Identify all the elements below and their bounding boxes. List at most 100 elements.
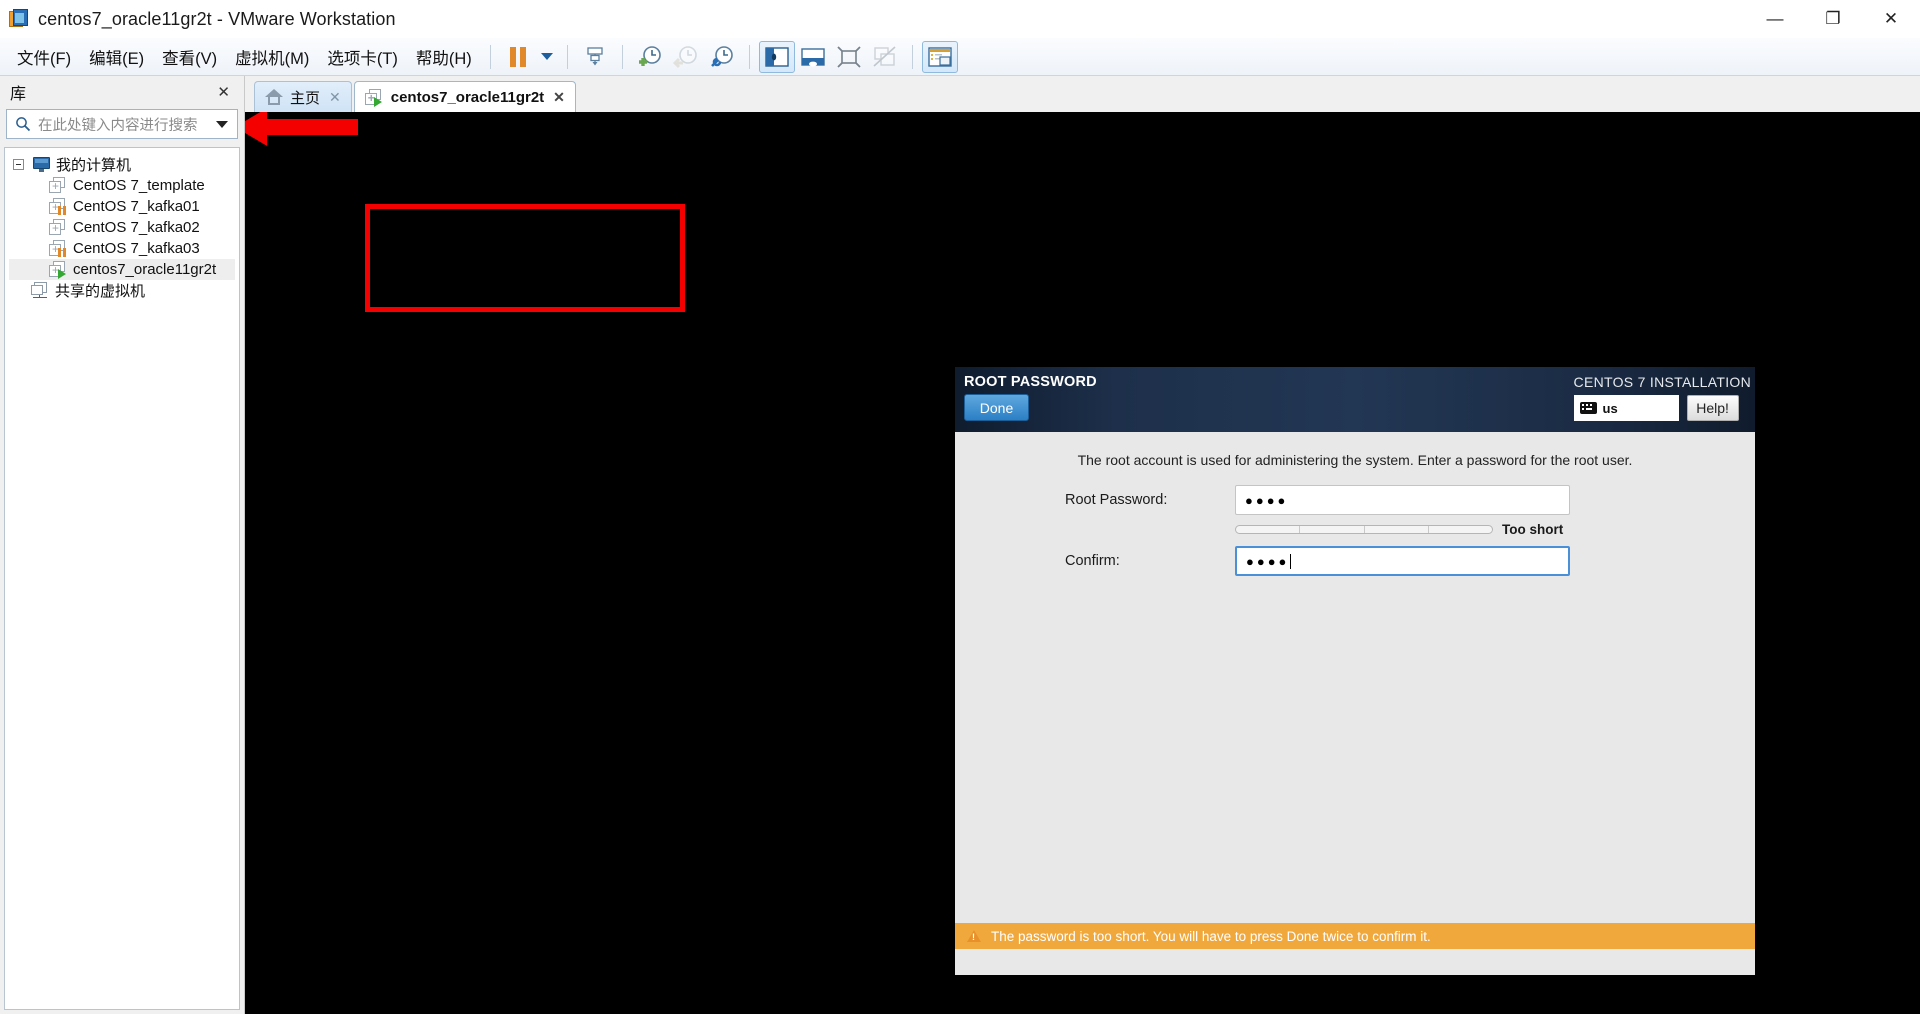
tree-item-label: 共享的虚拟机 bbox=[55, 283, 146, 300]
installer-description: The root account is used for administeri… bbox=[1077, 452, 1633, 468]
installer-warning-bar: The password is too short. You will have… bbox=[955, 923, 1755, 949]
installer-header: ROOT PASSWORD Done CENTOS 7 INSTALLATION… bbox=[955, 367, 1755, 432]
annotation-rectangle bbox=[365, 204, 685, 312]
window-controls: — ❐ ✕ bbox=[1746, 0, 1920, 38]
search-icon bbox=[16, 117, 31, 132]
tree-item-centos7-kafka03[interactable]: CentOS 7_kafka03 bbox=[9, 238, 235, 259]
chevron-down-icon bbox=[540, 53, 553, 60]
tab-label: centos7_oracle11gr2t bbox=[390, 88, 545, 106]
snapshot-revert-icon bbox=[672, 45, 697, 68]
tab-close-icon[interactable]: ✕ bbox=[551, 89, 567, 106]
library-close-button[interactable]: ✕ bbox=[211, 81, 236, 103]
revert-snapshot-button[interactable] bbox=[668, 41, 704, 73]
menu-edit[interactable]: 编辑(E) bbox=[80, 41, 153, 73]
text-caret bbox=[1290, 553, 1292, 569]
tree-item-label: CentOS 7_kafka02 bbox=[73, 219, 200, 236]
root-password-value: ●●●● bbox=[1245, 492, 1289, 508]
keyboard-layout-value: us bbox=[1602, 400, 1618, 416]
tab-centos7-oracle11gr2t[interactable]: centos7_oracle11gr2t ✕ bbox=[353, 81, 576, 112]
library-panel: 库 ✕ 在此处键入内容进行搜索 我的计算机 CentOS 7_template bbox=[0, 76, 245, 1014]
tree-item-shared-vms[interactable]: 共享的虚拟机 bbox=[9, 280, 235, 301]
installation-label: CENTOS 7 INSTALLATION bbox=[1573, 374, 1751, 390]
tree-item-centos7-kafka01[interactable]: CentOS 7_kafka01 bbox=[9, 196, 235, 217]
tree-item-centos7-template[interactable]: CentOS 7_template bbox=[9, 175, 235, 196]
unity-mode-button[interactable] bbox=[867, 41, 903, 73]
fullscreen-icon bbox=[837, 45, 861, 68]
take-snapshot-button[interactable] bbox=[632, 41, 668, 73]
confirm-password-row: Confirm: ●●●● bbox=[1065, 545, 1755, 577]
keyboard-layout-indicator[interactable]: us bbox=[1573, 395, 1679, 421]
running-badge-icon bbox=[373, 96, 382, 107]
vm-icon bbox=[49, 219, 68, 236]
tree-item-my-computer[interactable]: 我的计算机 bbox=[9, 154, 235, 175]
restore-button[interactable]: ❐ bbox=[1804, 0, 1862, 38]
thumbnail-bar-icon bbox=[801, 47, 825, 66]
library-tree: 我的计算机 CentOS 7_template CentOS 7_kafka01… bbox=[4, 147, 240, 1010]
root-password-input[interactable]: ●●●● bbox=[1235, 485, 1570, 515]
tree-item-centos7-kafka02[interactable]: CentOS 7_kafka02 bbox=[9, 217, 235, 238]
home-icon bbox=[265, 89, 283, 105]
library-search-box[interactable]: 在此处键入内容进行搜索 bbox=[6, 109, 238, 139]
minimize-button[interactable]: — bbox=[1746, 0, 1804, 38]
toolbar-separator bbox=[748, 44, 750, 69]
installer-warning-text: The password is too short. You will have… bbox=[991, 928, 1431, 944]
toolbar-separator bbox=[911, 44, 913, 69]
installer-body: The root account is used for administeri… bbox=[955, 432, 1755, 949]
library-search-input[interactable]: 在此处键入内容进行搜索 bbox=[38, 114, 209, 135]
vm-icon bbox=[49, 177, 68, 194]
suspended-badge-icon bbox=[58, 206, 66, 215]
console-view-button[interactable] bbox=[921, 40, 958, 73]
chevron-down-icon[interactable] bbox=[216, 120, 228, 128]
fullscreen-button[interactable] bbox=[831, 41, 867, 73]
manage-snapshots-button[interactable] bbox=[577, 41, 613, 73]
toolbar-separator bbox=[621, 44, 623, 69]
close-button[interactable]: ✕ bbox=[1862, 0, 1920, 38]
root-password-label: Root Password: bbox=[1065, 492, 1168, 508]
snapshot-manager-icon bbox=[587, 46, 603, 65]
menu-tabs[interactable]: 选项卡(T) bbox=[318, 41, 407, 73]
suspended-badge-icon bbox=[58, 248, 66, 257]
pause-icon bbox=[509, 46, 526, 67]
menu-view[interactable]: 查看(V) bbox=[153, 41, 226, 73]
main-split: 库 ✕ 在此处键入内容进行搜索 我的计算机 CentOS 7_template bbox=[0, 76, 1920, 1014]
tab-close-icon[interactable]: ✕ bbox=[327, 89, 343, 106]
tab-home[interactable]: 主页 ✕ bbox=[254, 81, 352, 112]
running-badge-icon bbox=[58, 269, 66, 279]
snapshot-add-icon bbox=[638, 45, 661, 66]
show-library-button[interactable] bbox=[758, 40, 795, 73]
done-button[interactable]: Done bbox=[964, 394, 1029, 421]
snapshot-settings-button[interactable] bbox=[704, 41, 740, 73]
confirm-password-input[interactable]: ●●●● bbox=[1235, 546, 1570, 576]
installer-header-right: CENTOS 7 INSTALLATION us Help! bbox=[1573, 374, 1751, 421]
vm-area: 主页 ✕ centos7_oracle11gr2t ✕ ROOT PASSWOR… bbox=[245, 76, 1920, 1014]
tab-label: 主页 bbox=[290, 89, 321, 107]
tree-item-centos7-oracle11gr2t[interactable]: centos7_oracle11gr2t bbox=[9, 259, 235, 280]
vm-icon bbox=[49, 240, 68, 257]
menu-toolbar: 文件(F) 编辑(E) 查看(V) 虚拟机(M) 选项卡(T) 帮助(H) bbox=[0, 38, 1920, 76]
library-pane-icon bbox=[765, 46, 789, 67]
vm-icon bbox=[49, 198, 68, 215]
vm-console-screen[interactable]: ROOT PASSWORD Done CENTOS 7 INSTALLATION… bbox=[245, 112, 1920, 1014]
warning-icon bbox=[967, 930, 981, 942]
unity-mode-icon bbox=[873, 45, 896, 67]
tree-item-label: CentOS 7_kafka01 bbox=[73, 198, 200, 215]
confirm-password-label: Confirm: bbox=[1065, 553, 1120, 569]
anaconda-installer: ROOT PASSWORD Done CENTOS 7 INSTALLATION… bbox=[955, 367, 1755, 975]
tab-strip: 主页 ✕ centos7_oracle11gr2t ✕ bbox=[245, 76, 1920, 112]
suspend-button[interactable] bbox=[500, 41, 536, 73]
menu-file[interactable]: 文件(F) bbox=[8, 41, 80, 73]
help-button[interactable]: Help! bbox=[1686, 395, 1739, 421]
library-title: 库 bbox=[10, 86, 27, 103]
show-thumbnail-bar-button[interactable] bbox=[795, 41, 831, 73]
password-form: Root Password: ●●●● Too short Confirm: ●… bbox=[955, 484, 1755, 577]
power-dropdown-button[interactable] bbox=[536, 41, 558, 73]
snapshot-wrench-icon bbox=[710, 45, 733, 67]
menu-help[interactable]: 帮助(H) bbox=[407, 41, 481, 73]
vmware-logo-icon bbox=[9, 9, 29, 29]
password-strength-row: Too short bbox=[1235, 522, 1755, 537]
collapse-icon[interactable] bbox=[13, 159, 24, 170]
root-password-row: Root Password: ●●●● bbox=[1065, 484, 1755, 516]
tree-item-label: CentOS 7_kafka03 bbox=[73, 240, 200, 257]
menu-vm[interactable]: 虚拟机(M) bbox=[226, 41, 318, 73]
password-strength-label: Too short bbox=[1502, 522, 1564, 537]
